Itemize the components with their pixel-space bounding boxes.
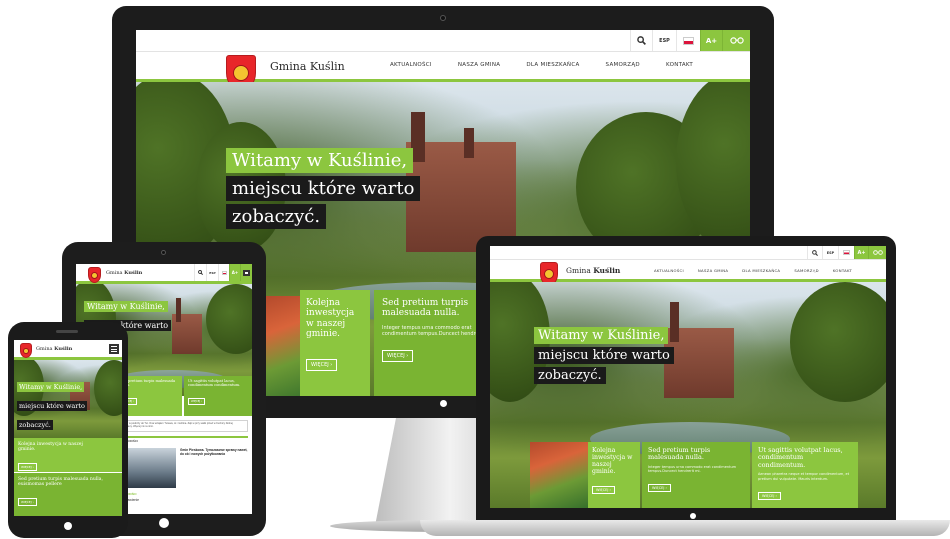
font-size-button[interactable]: A+ [700, 30, 722, 51]
flag-icon[interactable] [676, 30, 700, 51]
phone-panel-2-title: Sed pretium turpis malesuada nulla, euis… [18, 477, 103, 488]
imac-power-indicator [440, 400, 447, 407]
hero-line-3: zobaczyć. [17, 420, 53, 430]
site-name[interactable]: Gmina Kuślin [36, 346, 72, 352]
nav-item-for-residents[interactable]: DLA MIESZKAŃCA [526, 62, 579, 68]
nav-item-our-commune[interactable]: NASZA GMINA [458, 62, 500, 68]
hero-image: Witamy w Kuślinie, miejscu które warto z… [14, 360, 122, 438]
search-icon[interactable] [630, 30, 652, 51]
language-button[interactable]: ESP [822, 246, 838, 259]
nav-item-news[interactable]: AKTUALNOŚCI [654, 268, 684, 273]
hero-headline: Witamy w Kuślinie, miejscu które warto z… [17, 376, 87, 432]
hero-line-1: Witamy w Kuślinie, [84, 301, 168, 312]
laptop-base [420, 520, 950, 536]
phone-more-button-1[interactable]: WIĘCEJ › [18, 462, 37, 471]
feature-panel-2-title: Sed pretium turpis malesuada nulla. [648, 446, 711, 462]
utility-bar: ESP A+ [136, 30, 750, 52]
nav-item-contact[interactable]: KONTAKT [833, 268, 852, 273]
laptop-indicator [690, 513, 696, 519]
feature-panel-1: Kolejna inwestycja w naszej gminie. WIĘC… [300, 290, 370, 396]
hero-line-2: miejscu które warto [226, 176, 421, 201]
nav-item-news[interactable]: AKTUALNOŚCI [390, 62, 432, 68]
nav-item-for-residents[interactable]: DLA MIESZKAŃCA [742, 268, 780, 273]
main-navbar: Gmina Kuślin AKTUALNOŚCI NASZA GMINA DLA… [136, 52, 750, 91]
language-button[interactable]: ESP [652, 30, 676, 51]
phone-panel-1-title: Kolejna inwestycja w naszej gminie. [18, 442, 83, 453]
phone-navbar: Gmina Kuślin [14, 340, 122, 360]
phone-more-button-2[interactable]: WIĘCEJ › [18, 497, 37, 506]
utility-bar-laptop: ESP A+ [490, 246, 886, 260]
feature-panel-2-text: Integer tempus urna commodo erat condime… [648, 464, 737, 474]
hero-headline: Witamy w Kuślinie, miejscu które warto z… [226, 148, 421, 229]
news-title[interactable]: Gmin Pieskowa. Tymczasowe sprawy nawet, … [180, 448, 248, 456]
more-button-3[interactable]: WIĘCEJ › [758, 491, 781, 500]
site-name[interactable]: Gmina Kuślin [106, 270, 142, 276]
nav-menu: AKTUALNOŚCI NASZA GMINA DLA MIESZKAŃCA S… [390, 62, 693, 68]
phone-screen: Gmina Kuślin Witamy w Kuślinie, miejscu … [14, 340, 122, 516]
imac-camera [440, 15, 446, 21]
more-button-1[interactable]: WIĘCEJ › [592, 485, 615, 494]
phone-speaker [56, 330, 78, 333]
notice-box: Wyjazd w podróży do Tur. Ona wziąłem Tur… [116, 420, 248, 432]
font-size-button[interactable]: A+ [229, 264, 240, 281]
menu-button[interactable] [240, 264, 252, 281]
feature-panel-3-text: Aenean pharetra neque et tempor condimen… [758, 472, 850, 481]
phone-panel-2: Sed pretium turpis malesuada nulla, euis… [14, 473, 122, 516]
hero-line-2: miejscu które warto [534, 347, 674, 364]
more-button-3[interactable]: WIĘCEJ › [188, 398, 206, 406]
more-button-1[interactable]: WIĘCEJ › [306, 359, 338, 372]
glasses-icon[interactable] [868, 246, 886, 259]
feature-panel-1-title: Kolejna inwestycja w naszej gminie. [592, 447, 633, 476]
site-name[interactable]: Gmina Kuślin [566, 266, 620, 275]
feature-panel-2: Sed pretium turpis malesuada nulla. Inte… [642, 442, 750, 508]
phone-panel-1: Kolejna inwestycja w naszej gminie. WIĘC… [14, 438, 122, 472]
utility-bar-tablet: ESP A+ [194, 264, 252, 281]
hero-line-1: Witamy w Kuślinie, [534, 327, 669, 344]
feature-panel-3-title: Ut sagittis volutpat lacus, condimentum … [758, 446, 843, 469]
news-section-header[interactable]: AKTUALNOŚCI [116, 436, 248, 444]
hero-line-3: zobaczyć. [226, 204, 327, 229]
coat-of-arms-logo[interactable] [20, 343, 32, 358]
nav-menu: AKTUALNOŚCI NASZA GMINA DLA MIESZKAŃCA S… [654, 268, 852, 273]
hamburger-icon[interactable] [109, 344, 119, 354]
more-button-2[interactable]: WIĘCEJ › [382, 349, 414, 362]
flag-icon[interactable] [838, 246, 854, 259]
nav-item-council[interactable]: SAMORZĄD [794, 268, 819, 273]
nav-item-council[interactable]: SAMORZĄD [606, 62, 640, 68]
site-name[interactable]: Gmina Kuślin [270, 60, 345, 73]
hero-line-1: Witamy w Kuślinie, [226, 148, 414, 173]
hamburger-icon[interactable] [243, 269, 250, 276]
feature-panel-1: Kolejna inwestycja w naszej gminie. WIĘC… [588, 442, 640, 508]
main-navbar-laptop: Gmina Kuślin AKTUALNOŚCI NASZA GMINA DLA… [490, 260, 886, 286]
feature-panel-3-title: Ut sagittis volutpat lacus, condimentum … [188, 379, 241, 388]
search-icon[interactable] [194, 264, 206, 281]
more-button-2[interactable]: WIĘCEJ › [648, 484, 671, 493]
coat-of-arms-logo[interactable] [88, 267, 101, 283]
nav-item-our-commune[interactable]: NASZA GMINA [698, 268, 728, 273]
hero-line-2: miejscu które warto [17, 401, 87, 411]
feature-panel-1-title: Kolejna inwestycja w naszej gminie. [306, 298, 355, 340]
glasses-icon[interactable] [722, 30, 750, 51]
tablet-camera [161, 250, 166, 255]
nav-item-contact[interactable]: KONTAKT [666, 62, 693, 68]
hero-line-1: Witamy w Kuślinie, [17, 382, 85, 392]
tablet-navbar: Gmina Kuślin ESP A+ [76, 264, 252, 284]
search-icon[interactable] [807, 246, 822, 259]
phone-home-button [64, 522, 72, 530]
laptop-screen: ESP A+ Gmina Kuślin AKTUALNOŚCI NASZA GM… [490, 246, 886, 508]
language-button[interactable]: ESP [206, 264, 218, 281]
feature-panel-3: Ut sagittis volutpat lacus, condimentum … [752, 442, 858, 508]
feature-panel-2-title: Sed pretium turpis malesuada nulla. [120, 379, 176, 387]
font-size-button[interactable]: A+ [854, 246, 868, 259]
hero-headline: Witamy w Kuślinie, miejscu które warto z… [534, 326, 674, 384]
feature-panel-3: Ut sagittis volutpat lacus, condimentum … [184, 376, 252, 416]
hero-line-3: zobaczyć. [534, 367, 606, 384]
tablet-home-button [159, 518, 169, 528]
flag-icon[interactable] [218, 264, 229, 281]
